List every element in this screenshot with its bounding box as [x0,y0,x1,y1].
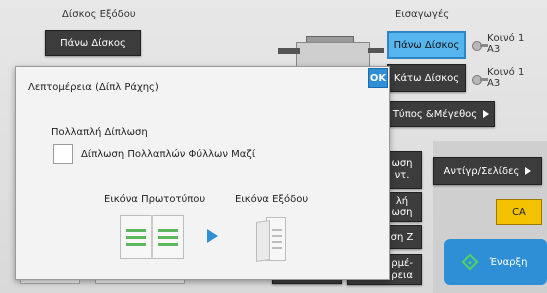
copies-pages-label: Αντίγρ/Σελίδες [443,165,520,177]
start-label: Έναρξη [489,256,528,268]
multi-sheet-fold-checkbox[interactable] [53,144,73,164]
output-tray-label: Δίσκος Εξόδου [62,9,136,20]
copies-pages-button[interactable]: Αντίγρ/Σελίδες [433,157,542,185]
tray-upper-paper-name: Κοινό 1 [487,33,525,44]
clear-all-button[interactable]: CA [496,199,542,225]
folded-output-document-icon [256,217,286,263]
start-icon [461,253,479,271]
output-tray-button[interactable]: Πάνω Δίσκος [45,30,141,56]
original-document-icon [120,215,184,259]
multi-fold-section-label: Πολλαπλή Δίπλωση [51,127,148,138]
function-button-4-line2: ρεια [391,269,413,281]
type-size-button-label: Τύπος &Μέγεθος [392,108,478,120]
type-size-button[interactable]: Τύπος &Μέγεθος [387,101,495,127]
tray-lower-paper-name: Κοινό 1 [487,67,525,78]
tray-upper-paper-size: A3 [487,44,501,55]
function-button-2-line1: λή [395,196,409,207]
input-label: Εισαγωγές [395,9,450,20]
start-button[interactable]: Έναρξη [444,239,547,285]
function-button-2-line2: ωση [391,207,413,218]
chevron-right-icon [525,167,532,175]
saddle-fold-detail-dialog: Λεπτομέρεια (Δίπλ Ράχης) Πολλαπλή Δίπλωσ… [15,66,390,280]
dialog-title: Λεπτομέρεια (Δίπλ Ράχης) [28,82,159,93]
chevron-right-icon [483,110,490,118]
input-tray-lower-button[interactable]: Κάτω Δίσκος [387,64,466,92]
tray-lower-icon [470,72,488,86]
multi-sheet-fold-label: Δίπλωση Πολλαπλών Φύλλων Μαζί [81,149,256,160]
ok-button[interactable]: OK [368,68,388,88]
input-tray-upper-button[interactable]: Πάνω Δίσκος [387,31,466,59]
function-button-4-line1: ρμέ- [391,257,413,269]
tray-lower-paper-size: A3 [487,78,501,89]
function-button-1-line1: ωση [391,158,413,169]
play-arrow-icon [207,229,218,243]
output-image-label: Εικόνα Εξόδου [235,194,309,205]
original-image-label: Εικόνα Πρωτοτύπου [104,194,206,205]
function-button-1-line2: ντ. [394,170,410,181]
tray-upper-icon [470,38,488,52]
